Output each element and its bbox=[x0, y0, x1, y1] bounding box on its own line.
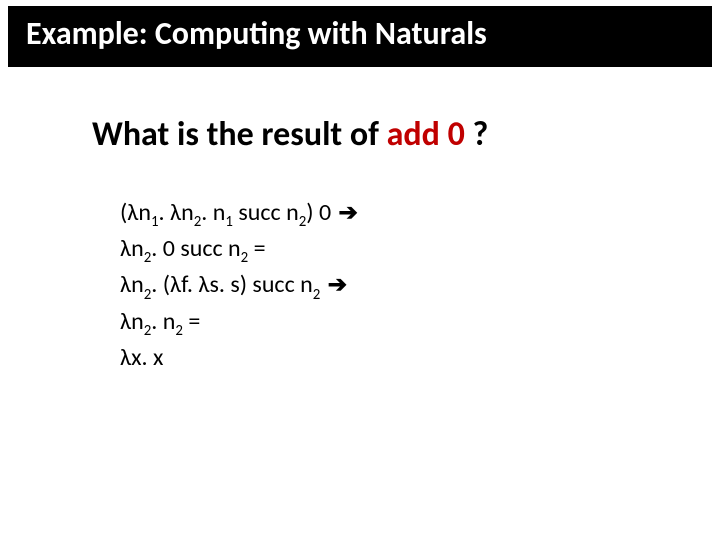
slide-title: Example: Computing with Naturals bbox=[8, 6, 712, 67]
l1-sub1: 1 bbox=[151, 212, 159, 230]
l5-lam: λ bbox=[120, 343, 131, 372]
derivation-line-1: (λn1. λn2. n1 succ n2) 0 ➔ bbox=[120, 196, 720, 232]
l3-s: s. s) succ n bbox=[209, 270, 312, 299]
question-line: What is the result of add 0 ? bbox=[92, 115, 720, 156]
l1-dot1: . bbox=[159, 198, 170, 227]
l3-dotopen: . ( bbox=[151, 270, 170, 299]
l1-lam1: λ bbox=[127, 198, 138, 227]
l3-arrow: ➔ bbox=[326, 271, 347, 297]
l1-sub2b: 2 bbox=[299, 212, 307, 230]
l4-n2a: n bbox=[131, 307, 144, 336]
derivation-line-5: λx. x bbox=[120, 341, 720, 376]
l3-lam1: λ bbox=[120, 270, 131, 299]
l1-sub1b: 1 bbox=[225, 212, 233, 230]
l1-dot2: . n bbox=[201, 198, 225, 227]
l1-sub2: 2 bbox=[194, 212, 202, 230]
title-text: Example: Computing with Naturals bbox=[26, 14, 487, 53]
question-prefix: What is the result of bbox=[92, 114, 387, 155]
derivation-line-2: λn2. 0 succ n2 = bbox=[120, 232, 720, 268]
l3-sub2: 2 bbox=[144, 285, 152, 303]
l4-sub2a: 2 bbox=[144, 321, 152, 339]
l2-mid: . 0 succ n bbox=[151, 234, 240, 263]
l3-f: f. bbox=[181, 270, 198, 299]
l3-sp bbox=[320, 270, 325, 299]
l2-sub2: 2 bbox=[144, 248, 152, 266]
l1-mid: succ n bbox=[233, 198, 299, 227]
l1-n2: n bbox=[181, 198, 194, 227]
l4-mid: . n bbox=[151, 307, 175, 336]
derivation-block: (λn1. λn2. n1 succ n2) 0 ➔ λn2. 0 succ n… bbox=[120, 196, 720, 376]
l1-close: ) 0 bbox=[306, 198, 336, 227]
l2-n2: n bbox=[131, 234, 144, 263]
l2-sub2b: 2 bbox=[241, 248, 249, 266]
l4-tail: = bbox=[183, 307, 200, 336]
l3-lam2: λ bbox=[170, 270, 181, 299]
question-suffix: ? bbox=[465, 114, 488, 155]
question-accent: add 0 bbox=[387, 114, 465, 155]
derivation-line-3: λn2. (λf. λs. s) succ n2 ➔ bbox=[120, 268, 720, 304]
l2-lam: λ bbox=[120, 234, 131, 263]
l2-tail: = bbox=[248, 234, 265, 263]
l5-body: x. x bbox=[131, 343, 163, 372]
l3-n2: n bbox=[131, 270, 144, 299]
l3-lam3: λ bbox=[198, 270, 209, 299]
l4-lam: λ bbox=[120, 307, 131, 336]
l1-lam2: λ bbox=[170, 198, 181, 227]
l1-arrow: ➔ bbox=[337, 199, 358, 225]
l4-sub2b: 2 bbox=[175, 321, 183, 339]
l1-n1: n bbox=[138, 198, 151, 227]
derivation-line-4: λn2. n2 = bbox=[120, 305, 720, 341]
l3-sub2b: 2 bbox=[313, 285, 321, 303]
